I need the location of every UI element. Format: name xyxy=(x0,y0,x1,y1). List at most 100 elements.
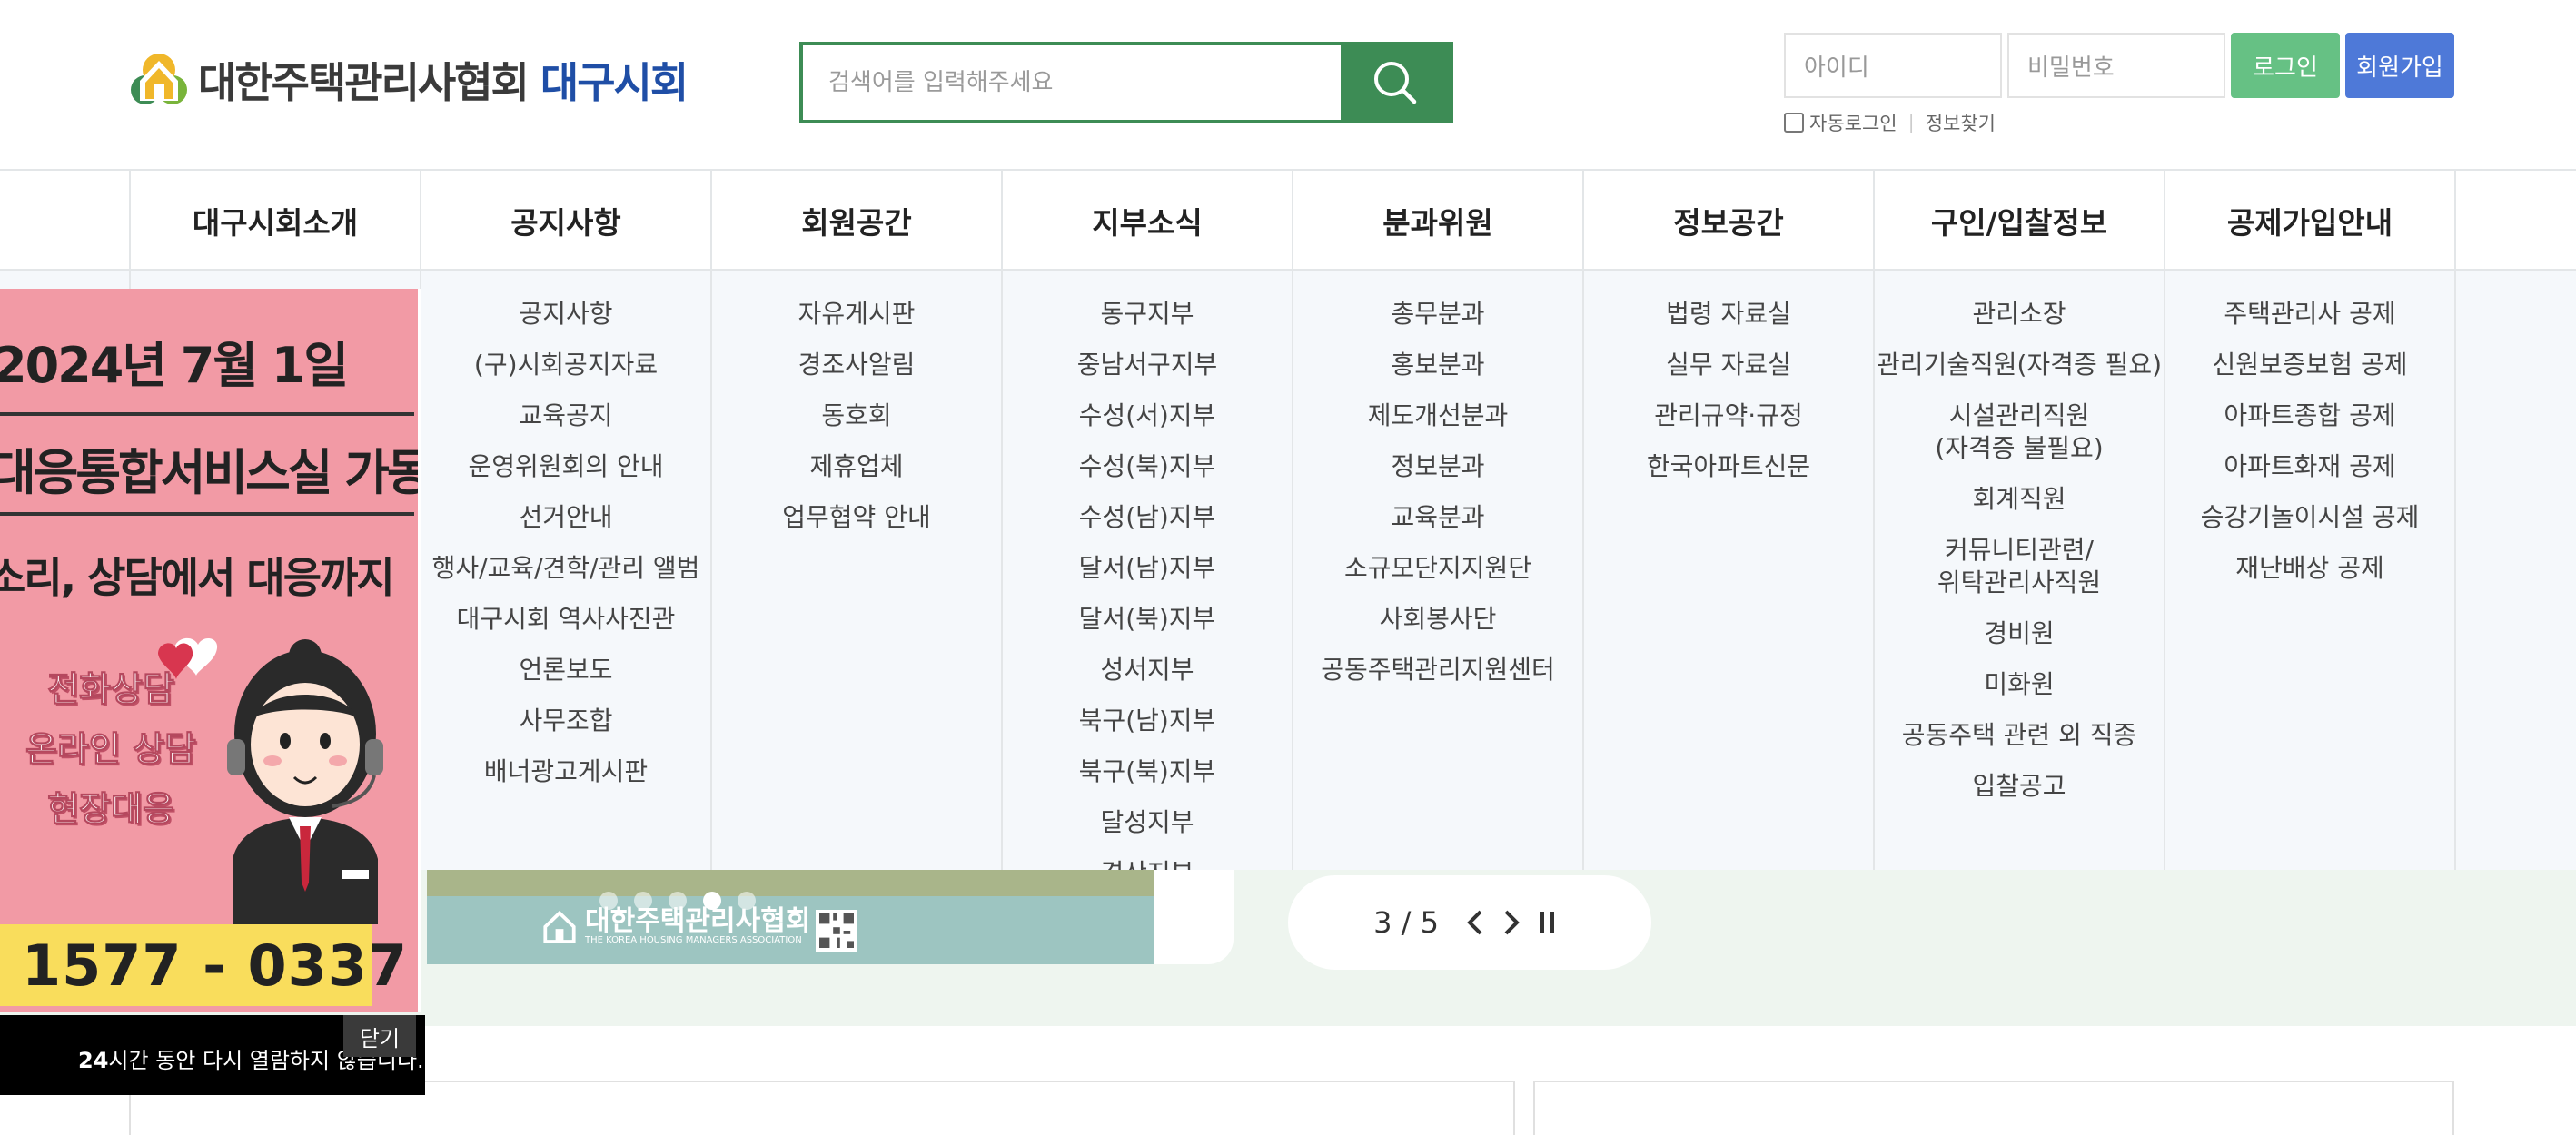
dropdown-link[interactable]: 북구(북)지부 xyxy=(1079,755,1216,788)
logo-house-icon xyxy=(543,910,576,943)
logo-accent-text: 대구시회 xyxy=(540,58,689,107)
nav-item[interactable]: 대구시회소개 xyxy=(131,171,421,271)
dropdown-link[interactable]: 법령 자료실 xyxy=(1666,298,1791,331)
chevron-right-icon xyxy=(1504,910,1520,935)
pause-slide-button[interactable] xyxy=(1530,904,1566,941)
dropdown-column: 공지사항 (구)시회공지자료교육공지운영위원회의 안내선거안내행사/교육/견학/관… xyxy=(421,271,712,870)
dropdown-link[interactable]: 신원보증보험 공제 xyxy=(2213,349,2408,381)
nav-item[interactable]: 공지사항 xyxy=(421,171,712,271)
slide-card[interactable]: 대한주택관리사협회 THE KOREA HOUSING MANAGERS ASS… xyxy=(427,870,1234,964)
next-slide-button[interactable] xyxy=(1493,904,1530,941)
dropdown-link[interactable]: 달성지부 xyxy=(1100,806,1194,839)
dropdown-link[interactable]: 동구지부 xyxy=(1100,298,1194,331)
dropdown-link[interactable]: 대구시회 역사사진관 xyxy=(457,603,676,636)
logo-house-icon xyxy=(131,54,187,104)
login-button[interactable]: 로그인 xyxy=(2231,33,2340,98)
popup-divider xyxy=(0,512,414,516)
dropdown-link[interactable]: 성서지부 xyxy=(1100,654,1194,686)
qr-code-icon xyxy=(816,910,857,952)
dropdown-link[interactable]: 미화원 xyxy=(1984,668,2054,701)
popup-subtitle: 소리, 상담에서 대응까지 xyxy=(0,553,395,602)
hide-hours: 24 xyxy=(78,1048,109,1073)
dropdown-link[interactable]: 아파트화재 공제 xyxy=(2224,450,2395,483)
dropdown-link[interactable]: 한국아파트신문 xyxy=(1647,450,1810,483)
dropdown-link[interactable]: 선거안내 xyxy=(519,501,612,534)
dropdown-link[interactable]: 소규모단지지원단 xyxy=(1344,552,1531,585)
dropdown-link[interactable]: 동호회 xyxy=(821,400,891,432)
search-input[interactable] xyxy=(803,45,1341,120)
dropdown-link[interactable]: 배너광고게시판 xyxy=(484,755,648,788)
dropdown-link[interactable]: 제도개선분과 xyxy=(1368,400,1509,432)
dropdown-link[interactable]: 경비원 xyxy=(1984,617,2054,650)
slide-logo-text: 대한주택관리사협회 xyxy=(585,904,811,937)
dropdown-link[interactable]: 공지사항 xyxy=(519,298,612,331)
logo-main-text: 대한주택관리사협회 xyxy=(198,58,530,107)
dropdown-link[interactable]: 총무분과 xyxy=(1391,298,1484,331)
dropdown-link[interactable]: 실무 자료실 xyxy=(1666,349,1791,381)
dropdown-link[interactable]: 시설관리직원 (자격증 불필요) xyxy=(1935,400,2103,465)
dropdown-link[interactable]: 입찰공고 xyxy=(1972,770,2066,803)
dropdown-link[interactable]: 수성(남)지부 xyxy=(1079,501,1216,534)
nav-item[interactable]: 지부소식 xyxy=(1003,171,1293,271)
dropdown-link[interactable]: 공동주택관리지원센터 xyxy=(1321,654,1555,686)
dropdown-link[interactable]: 행사/교육/견학/관리 앨범 xyxy=(432,552,700,585)
site-logo[interactable]: 대한주택관리사협회 대구시회 xyxy=(127,47,689,113)
dropdown-link[interactable]: 중남서구지부 xyxy=(1077,349,1218,381)
nav-item[interactable]: 분과위원 xyxy=(1293,171,1584,271)
dropdown-link[interactable]: 관리소장 xyxy=(1972,298,2066,331)
find-info-link[interactable]: 정보찾기 xyxy=(1926,109,1996,136)
dropdown-link[interactable]: 언론보도 xyxy=(519,654,612,686)
dropdown-link[interactable]: 사회봉사단 xyxy=(1380,603,1497,636)
username-field[interactable]: 아이디 xyxy=(1784,33,2002,98)
popup-close-button[interactable]: 닫기 xyxy=(343,1015,416,1057)
dropdown-link[interactable]: 경조사알림 xyxy=(798,349,916,381)
slide-counter: 3 / 5 xyxy=(1373,905,1439,940)
search-icon xyxy=(1374,62,1417,104)
dropdown-link[interactable]: 공동주택 관련 외 직종 xyxy=(1902,719,2137,752)
nav-item[interactable]: 정보공간 xyxy=(1584,171,1875,271)
join-button[interactable]: 회원가입 xyxy=(2345,33,2454,98)
slide-logo-text-en: THE KOREA HOUSING MANAGERS ASSOCIATION xyxy=(585,934,802,945)
pause-icon xyxy=(1539,912,1554,933)
dropdown-column: 자유게시판경조사알림동호회제휴업체업무협약 안내 xyxy=(712,271,1003,870)
dropdown-link[interactable]: 회계직원 xyxy=(1972,483,2066,516)
dropdown-link[interactable]: 달서(북)지부 xyxy=(1079,603,1216,636)
dropdown-link[interactable]: 주택관리사 공제 xyxy=(2224,298,2395,331)
dropdown-link[interactable]: 달서(남)지부 xyxy=(1079,552,1216,585)
password-field[interactable]: 비밀번호 xyxy=(2007,33,2225,98)
dropdown-link[interactable]: 운영위원회의 안내 xyxy=(469,450,664,483)
dropdown-link[interactable]: 아파트종합 공제 xyxy=(2224,400,2395,432)
mega-dropdown-columns: 공지사항 (구)시회공지자료교육공지운영위원회의 안내선거안내행사/교육/견학/관… xyxy=(129,271,2456,870)
dropdown-link[interactable]: 교육분과 xyxy=(1391,501,1484,534)
dropdown-link[interactable]: 수성(북)지부 xyxy=(1079,450,1216,483)
nav-item[interactable]: 공제가입안내 xyxy=(2165,171,2456,271)
dropdown-link[interactable]: 수성(서)지부 xyxy=(1079,400,1216,432)
prev-slide-button[interactable] xyxy=(1457,904,1493,941)
dropdown-link[interactable]: 관리기술직원(자격증 필요) xyxy=(1877,349,2162,381)
dropdown-link[interactable]: 북구(남)지부 xyxy=(1079,705,1216,737)
dropdown-link[interactable]: 정보분과 xyxy=(1391,450,1484,483)
dropdown-link[interactable]: 자유게시판 xyxy=(798,298,916,331)
dropdown-column: 주택관리사 공제신원보증보험 공제아파트종합 공제아파트화재 공제승강기놀이시설… xyxy=(2165,271,2456,870)
dropdown-link[interactable]: 제휴업체 xyxy=(809,450,903,483)
dropdown-link[interactable]: 승강기놀이시설 공제 xyxy=(2201,501,2420,534)
popup-service: 온라인 상담 xyxy=(25,729,197,770)
dropdown-link[interactable]: 업무협약 안내 xyxy=(782,501,930,534)
dropdown-link[interactable]: (구)시회공지자료 xyxy=(474,349,658,381)
popup-footer: 24시간 동안 다시 열람하지 않습니다. 닫기 xyxy=(0,1015,425,1095)
dropdown-link[interactable]: 홍보분과 xyxy=(1391,349,1484,381)
auto-login-label[interactable]: 자동로그인 xyxy=(1809,109,1897,136)
dropdown-column: 동구지부중남서구지부수성(서)지부수성(북)지부수성(남)지부달서(남)지부달서… xyxy=(1003,271,1293,870)
search-button[interactable] xyxy=(1341,45,1450,120)
dropdown-link[interactable]: 재난배상 공제 xyxy=(2235,552,2383,585)
site-header: 대한주택관리사협회 대구시회 아이디 비밀번호 로그인 회원가입 자동로그인 |… xyxy=(0,0,2576,171)
nav-item[interactable]: 회원공간 xyxy=(712,171,1003,271)
dropdown-link[interactable]: 관리규약·규정 xyxy=(1654,400,1802,432)
dropdown-link[interactable]: 사무조합 xyxy=(519,705,612,737)
dropdown-link[interactable]: 커뮤니티관련/ 위탁관리사직원 xyxy=(1937,534,2101,599)
nav-item[interactable]: 구인/입찰정보 xyxy=(1875,171,2165,271)
dropdown-link[interactable]: 경산지부 xyxy=(1100,857,1194,870)
auto-login-checkbox[interactable] xyxy=(1784,113,1804,133)
dropdown-link[interactable]: 교육공지 xyxy=(519,400,612,432)
popup-banner[interactable]: 2024년 7월 1일 대응통합서비스실 가동 소리, 상담에서 대응까지 전화… xyxy=(0,289,421,1012)
